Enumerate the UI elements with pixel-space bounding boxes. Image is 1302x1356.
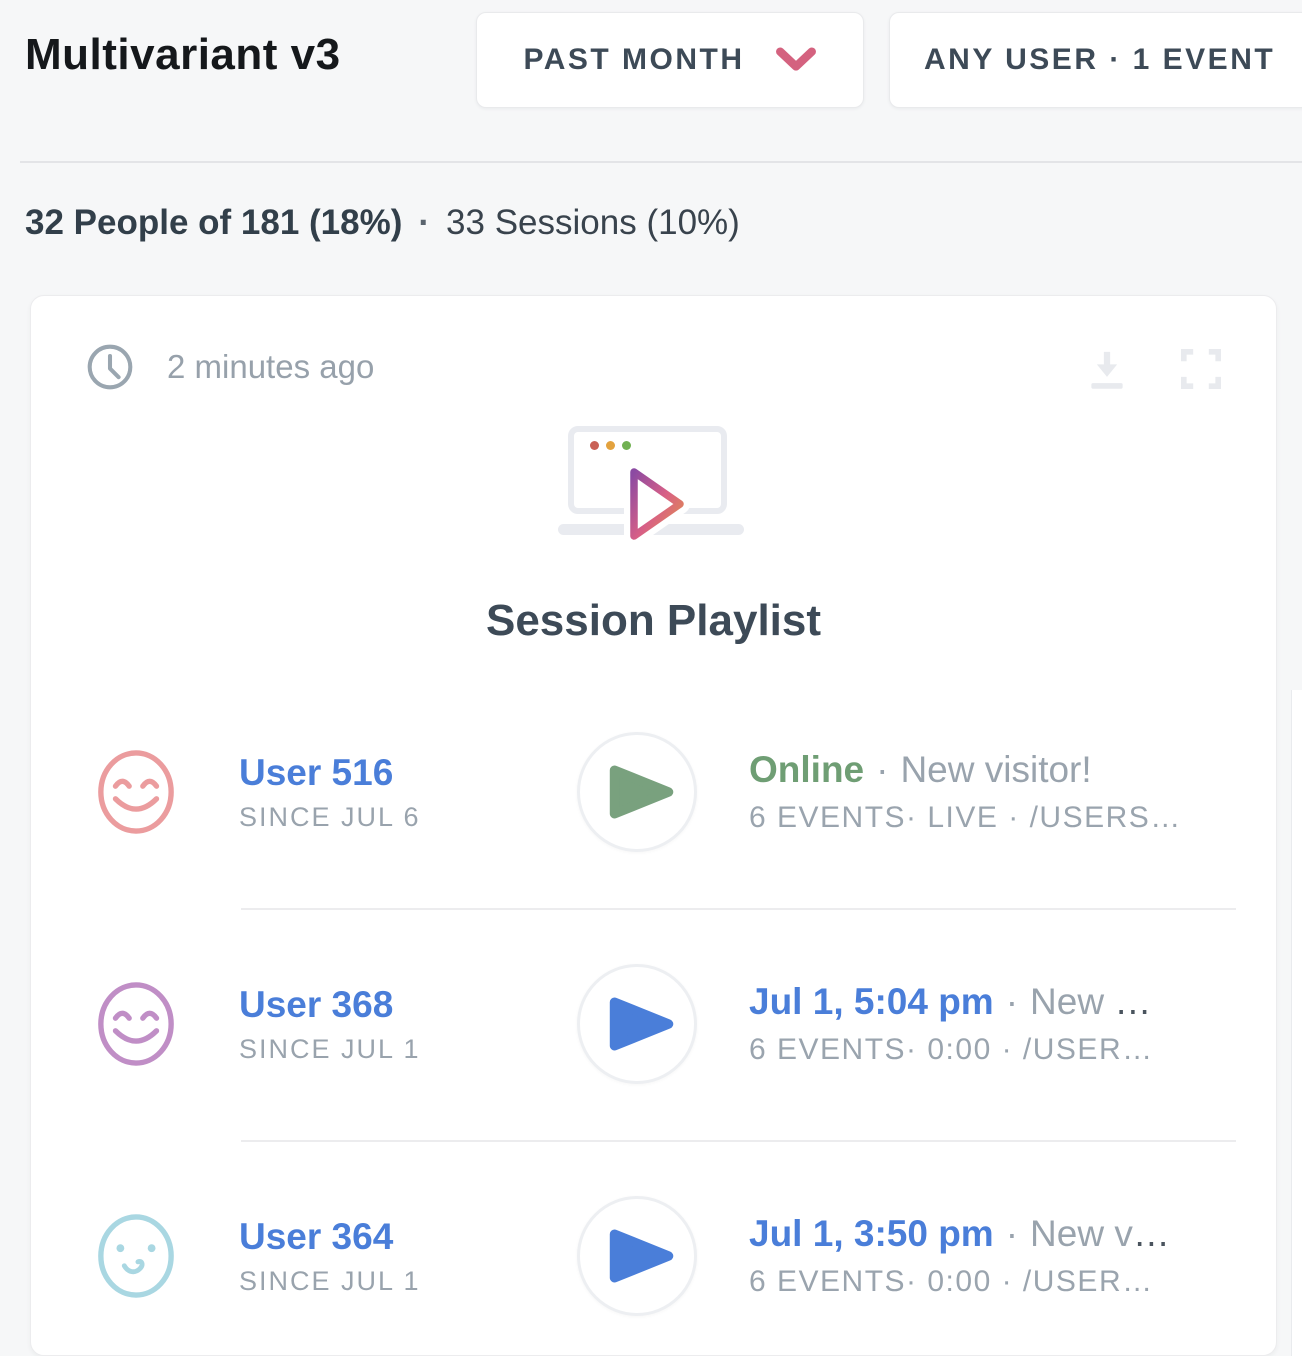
user-filter-label: ANY USER · 1 EVENT xyxy=(924,43,1275,77)
people-count: 32 People of 181 (18%) xyxy=(25,203,402,242)
user-info: User 516 SINCE JUL 6 xyxy=(239,752,539,833)
session-label: New xyxy=(1030,981,1114,1022)
status-separator: · xyxy=(1006,1213,1018,1254)
session-time: Jul 1, 5:04 pm xyxy=(749,981,994,1022)
session-status: Online · New visitor! 6 EVENTS· LIVE · /US… xyxy=(749,749,1182,835)
card-toolbar xyxy=(1082,344,1226,394)
user-info: User 368 SINCE JUL 1 xyxy=(239,984,539,1065)
play-session-button[interactable] xyxy=(577,732,697,852)
user-link[interactable]: User 516 xyxy=(239,752,539,794)
adjacent-panel-edge xyxy=(1291,690,1302,1356)
truncation-ellipsis: … xyxy=(1114,981,1153,1022)
session-meta: 6 EVENTS· 0:00 · /USER… xyxy=(749,1033,1154,1067)
last-updated: 2 minutes ago xyxy=(85,342,374,392)
fullscreen-icon[interactable] xyxy=(1176,344,1226,394)
session-row[interactable]: User 516 SINCE JUL 6 Online · New visitor!… xyxy=(31,676,1276,908)
clock-icon xyxy=(85,342,135,392)
session-status-line: Jul 1, 3:50 pm · New v… xyxy=(749,1213,1172,1255)
page-title: Multivariant v3 xyxy=(25,30,341,80)
session-meta: 6 EVENTS· LIVE · /USERS… xyxy=(749,801,1182,835)
happy-smiley-icon xyxy=(95,981,177,1067)
session-player-illustration xyxy=(554,426,754,548)
happy-smiley-icon xyxy=(95,749,177,835)
download-icon[interactable] xyxy=(1082,344,1132,394)
session-status-line: Online · New visitor! xyxy=(749,749,1182,791)
date-range-label: PAST MONTH xyxy=(523,43,744,77)
row-divider xyxy=(241,1140,1236,1142)
session-row[interactable]: User 368 SINCE JUL 1 Jul 1, 5:04 pm · New … xyxy=(31,908,1276,1140)
play-icon xyxy=(606,762,678,822)
session-label: New visitor! xyxy=(900,749,1091,790)
user-info: User 364 SINCE JUL 1 xyxy=(239,1216,539,1297)
summary-stats: 32 People of 181 (18%) · 33 Sessions (10%) xyxy=(25,203,740,243)
user-link[interactable]: User 368 xyxy=(239,984,539,1026)
session-status: Jul 1, 3:50 pm · New v… 6 EVENTS· 0:00 · /… xyxy=(749,1213,1172,1299)
status-separator: · xyxy=(1006,981,1018,1022)
user-since: SINCE JUL 1 xyxy=(239,1034,539,1065)
playlist-title: Session Playlist xyxy=(31,596,1276,646)
session-playlist-card: 2 minutes ago xyxy=(30,295,1277,1356)
session-status: Jul 1, 5:04 pm · New … 6 EVENTS· 0:00 · /U… xyxy=(749,981,1154,1067)
play-icon xyxy=(606,1226,678,1286)
wink-smiley-icon xyxy=(95,1213,177,1299)
play-session-button[interactable] xyxy=(577,964,697,1084)
truncation-ellipsis: … xyxy=(1133,1213,1172,1254)
user-link[interactable]: User 364 xyxy=(239,1216,539,1258)
summary-separator: · xyxy=(418,203,430,242)
session-time: Online xyxy=(749,749,864,790)
header-divider xyxy=(20,161,1302,163)
session-rows: User 516 SINCE JUL 6 Online · New visitor!… xyxy=(31,676,1276,1356)
date-range-dropdown[interactable]: PAST MONTH xyxy=(476,12,864,108)
status-separator: · xyxy=(876,749,888,790)
play-icon xyxy=(606,994,678,1054)
sessions-count: 33 Sessions (10%) xyxy=(446,203,740,242)
session-meta: 6 EVENTS· 0:00 · /USER… xyxy=(749,1265,1172,1299)
gradient-play-icon xyxy=(626,464,690,544)
play-session-button[interactable] xyxy=(577,1196,697,1316)
app-screen: Multivariant v3 PAST MONTH ANY USER · 1 … xyxy=(0,0,1302,1356)
user-since: SINCE JUL 1 xyxy=(239,1266,539,1297)
row-divider xyxy=(241,908,1236,910)
user-since: SINCE JUL 6 xyxy=(239,802,539,833)
chevron-down-icon xyxy=(775,47,817,73)
last-updated-text: 2 minutes ago xyxy=(167,348,374,386)
user-filter-dropdown[interactable]: ANY USER · 1 EVENT xyxy=(889,12,1302,108)
session-time: Jul 1, 3:50 pm xyxy=(749,1213,994,1254)
session-status-line: Jul 1, 5:04 pm · New … xyxy=(749,981,1154,1023)
session-label: New v xyxy=(1030,1213,1133,1254)
window-dots-icon xyxy=(590,441,631,450)
session-row[interactable]: User 364 SINCE JUL 1 Jul 1, 3:50 pm · New … xyxy=(31,1140,1276,1356)
